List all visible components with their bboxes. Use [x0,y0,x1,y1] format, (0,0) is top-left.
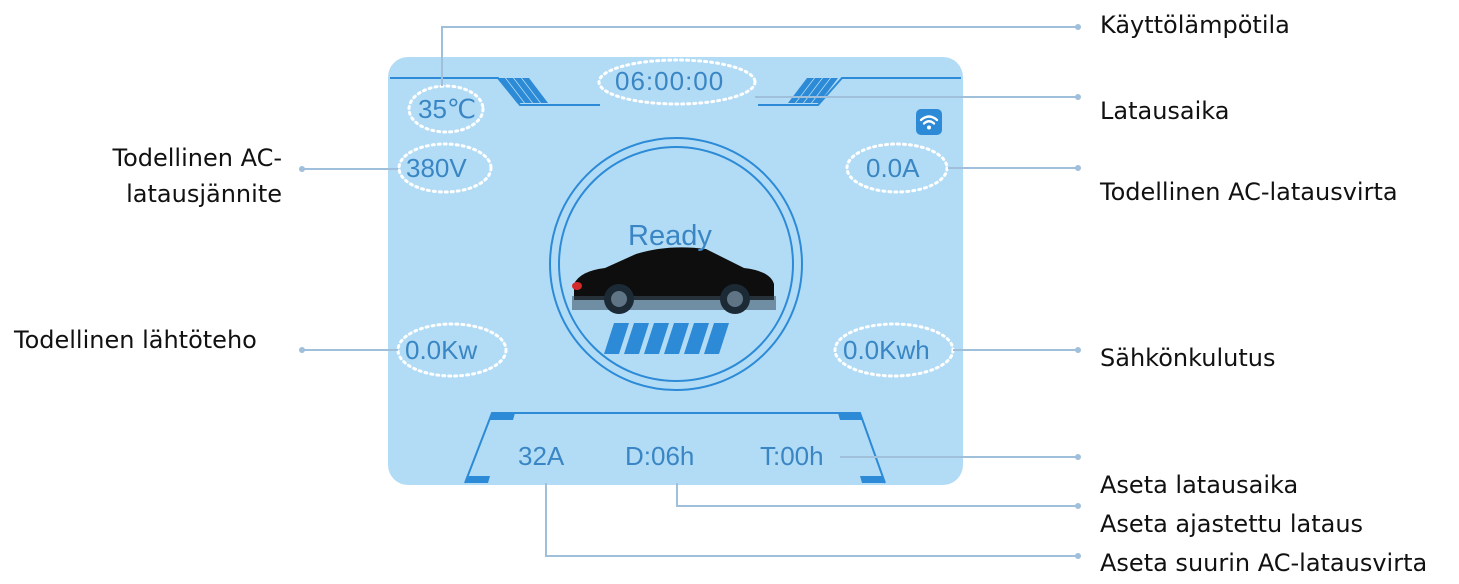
top-bar-stripes-left [498,78,548,103]
power-readout: 0.0Kw [405,335,478,365]
battery-icon [604,323,729,354]
callout-set-scheduled-charging: Aseta ajastettu lataus [1100,510,1364,538]
callout-charging-time: Latausaika [1100,97,1230,125]
car-icon [572,247,776,314]
wifi-icon [916,109,942,135]
timer-setting: D:06h [625,441,695,471]
callout-actual-current: Todellinen AC-latausvirta [1100,178,1398,206]
current-readout: 0.0A [866,153,920,183]
energy-readout: 0.0Kwh [843,335,930,365]
callout-actual-power: Todellinen lähtöteho [14,326,257,354]
callout-energy-consumption: Sähkönkulutus [1100,344,1276,372]
temperature-readout: 35℃ [418,94,477,124]
charging-time-readout: 06:00:00 [615,66,725,96]
callout-set-max-current: Aseta suurin AC-latausvirta [1100,549,1428,577]
callout-operating-temperature: Käyttölämpötila [1100,11,1290,39]
max-current-setting: 32A [518,441,565,471]
callout-actual-voltage-line2: latausjännite [126,180,282,208]
charger-status: Ready [628,220,712,252]
duration-setting: T:00h [760,441,824,471]
voltage-readout: 380V [406,153,467,183]
callout-actual-voltage-line1: Todellinen AC- [112,144,283,172]
callout-set-charging-time: Aseta latausaika [1100,471,1299,499]
